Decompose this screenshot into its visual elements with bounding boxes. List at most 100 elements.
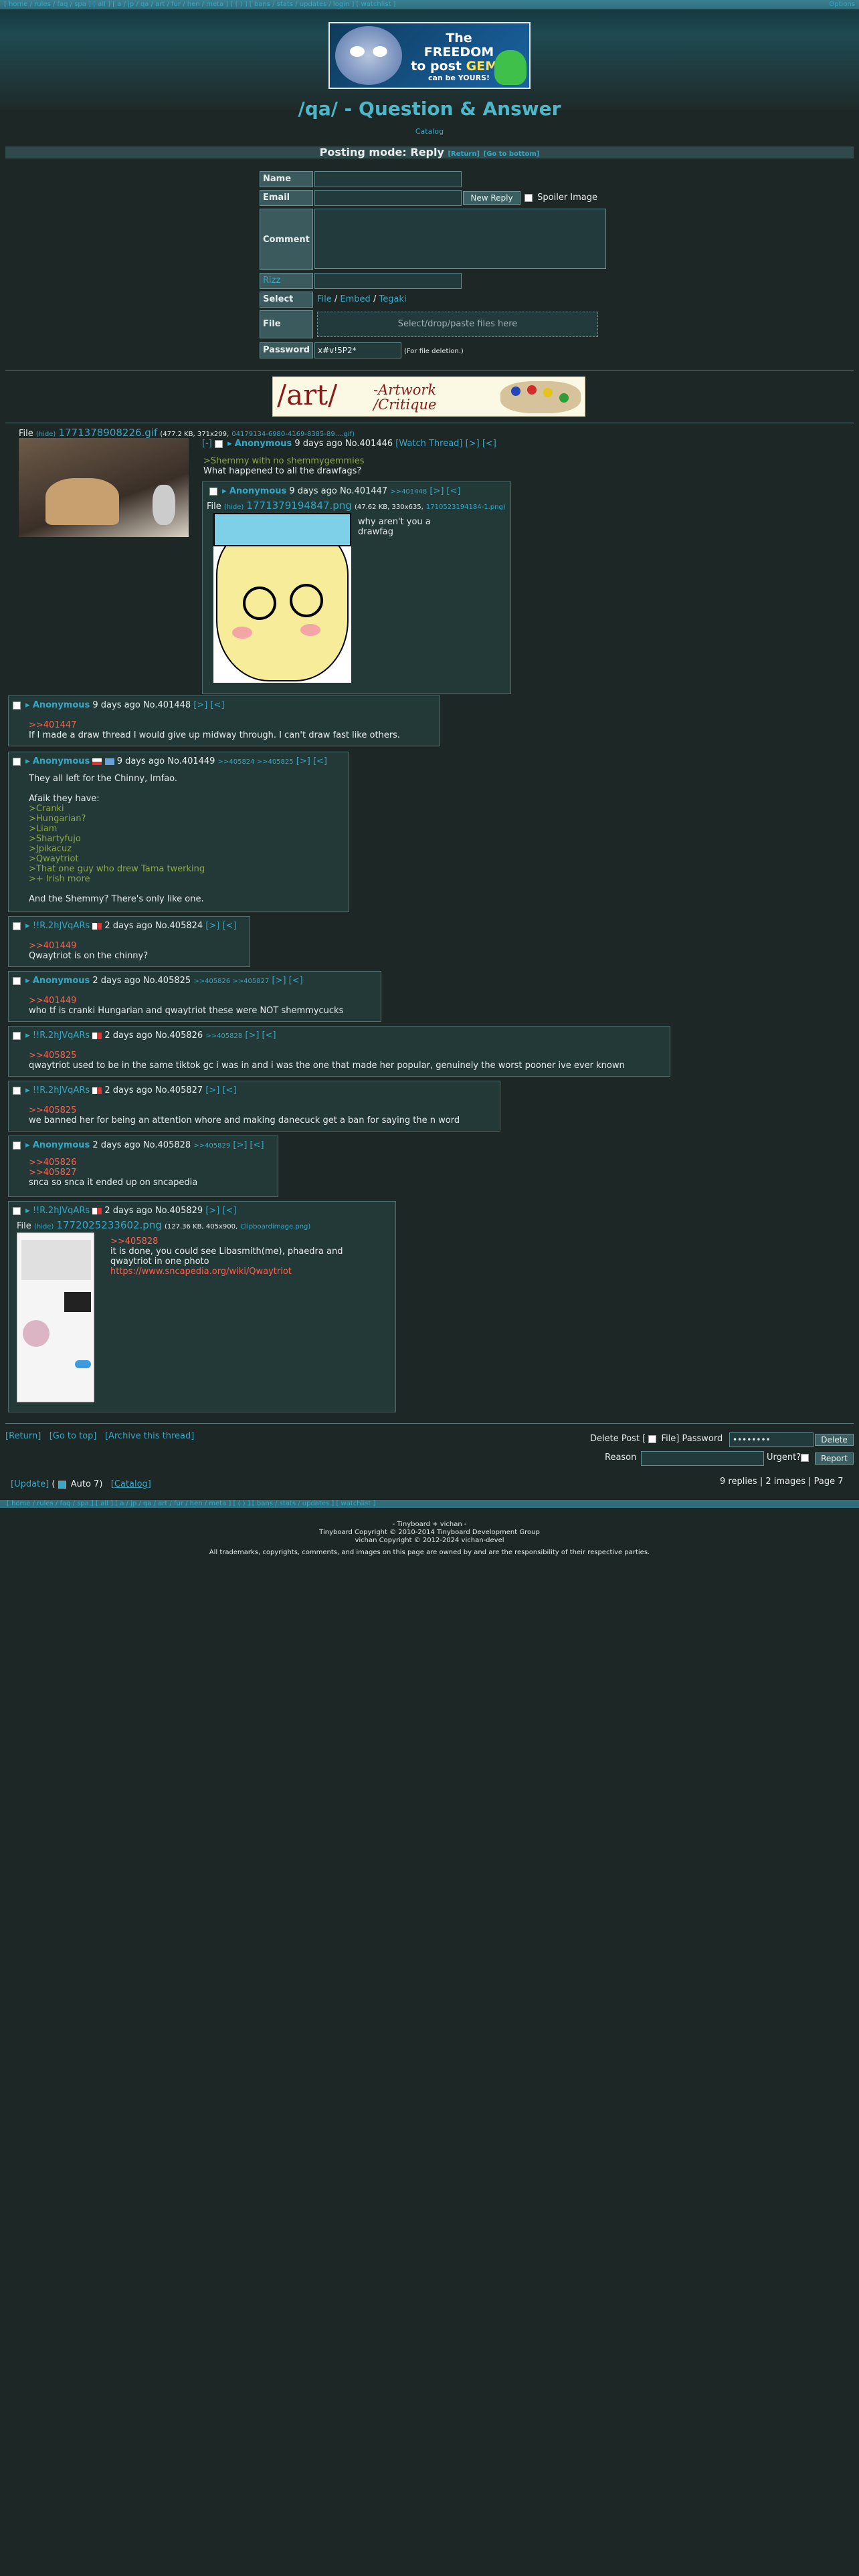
copyright-line: vichan Copyright © 2012-2024 vichan-deve… [355,1537,504,1544]
flag-icon [92,1207,102,1214]
options-link[interactable]: Options [829,0,855,9]
name-input[interactable] [314,171,462,187]
password-label: Password [260,342,313,358]
reply-405826: ▸ !!R.2hJVqARs 2 days ago No.405826 >>40… [8,1026,670,1077]
report-button[interactable]: Report [815,1453,854,1465]
reply-screenshot-thumbnail[interactable] [17,1232,94,1402]
reply-select-checkbox[interactable] [13,1031,21,1040]
op-header: [-] ▸ Anonymous 9 days ago No.401446 [Wa… [202,439,496,449]
comment-textarea[interactable] [314,209,606,269]
reason-input[interactable] [641,1451,764,1466]
flag-icon [104,758,114,765]
catalog-link-bottom[interactable]: [Catalog] [111,1479,151,1489]
board-title: /qa/ - Question & Answer [298,98,561,120]
comment-label: Comment [260,209,313,270]
divider [5,1423,854,1424]
flag-icon [92,1087,102,1094]
delete-button[interactable]: Delete [815,1434,854,1446]
ad-caption: -Artwork/Critique [373,382,437,413]
select-tegaki-link[interactable]: Tegaki [379,294,406,304]
top-nav[interactable]: [ home / rules / faq / spa ] [ all ] [ a… [0,0,859,9]
mascot-face-icon [335,26,402,85]
op-file-info: File (hide) 1771378908226.gif (477.2 KB,… [19,427,355,439]
reason-label: Reason [605,1453,637,1463]
watch-thread-link[interactable]: [Watch Thread] [395,439,462,449]
select-label: Select [260,292,313,308]
op-poster-name: Anonymous [234,439,292,449]
reply-select-checkbox[interactable] [13,976,21,985]
reply-select-checkbox[interactable] [13,1206,21,1215]
reply-405827: ▸ !!R.2hJVqARs 2 days ago No.405827 [>] … [8,1081,500,1132]
palette-icon [500,381,581,413]
op-select-checkbox[interactable] [214,439,223,448]
flag-icon [92,922,102,930]
reply-405828: ▸ Anonymous 2 days ago No.405828 >>40582… [8,1136,278,1197]
bottom-nav[interactable]: [ home / rules / faq / spa ] [ all ] [ a… [0,1500,859,1508]
copyright-line: - Tinyboard + vichan - [392,1521,467,1528]
update-link[interactable]: [Update] [11,1479,49,1489]
spoiler-option[interactable]: Spoiler Image [524,193,597,203]
op-hide-link[interactable]: (hide) [36,431,56,438]
reply-405824: ▸ !!R.2hJVqARs 2 days ago No.405824 [>] … [8,916,250,967]
reply-body: They all left for the Chinny, lmfao. Afa… [29,774,205,904]
flag-icon [92,758,102,765]
backlinks[interactable]: >>401448 [390,488,427,496]
reply-select-checkbox[interactable] [13,1086,21,1095]
return-link[interactable]: [Return] [448,150,480,158]
op-collapse-button[interactable]: [-] [202,439,212,449]
top-nav-links[interactable]: [ home / rules / faq / spa ] [ all ] [ a… [4,1,395,8]
op-nav-arrows[interactable]: [>] [<] [466,439,496,449]
name-label: Name [260,171,313,187]
rizz-input[interactable] [314,273,462,289]
copyright-disclaimer: All trademarks, copyrights, comments, an… [209,1549,650,1556]
go-top-link[interactable]: [Go to top] [50,1431,97,1441]
select-file-link[interactable]: File [317,294,332,304]
delete-password-input[interactable]: •••••••• [729,1432,814,1447]
reply-select-checkbox[interactable] [13,1141,21,1150]
reply-select-checkbox[interactable] [13,701,21,710]
delete-file-checkbox[interactable] [648,1434,657,1443]
select-options: File / Embed / Tegaki [317,294,407,304]
rizz-label: Rizz [260,273,313,289]
post-number[interactable]: No.401447 [340,486,387,496]
thread-stats: 9 replies | 2 images | Page 7 [720,1477,844,1487]
reply-401448: ▸ Anonymous 9 days ago No.401448 [>] [<]… [8,695,440,746]
art-board-ad[interactable]: /art/ -Artwork/Critique [272,377,585,417]
reply-select-checkbox[interactable] [209,487,217,496]
delete-controls: Delete Post [ File] Password [590,1434,723,1444]
reply-405829: ▸ !!R.2hJVqARs 2 days ago No.405829 [>] … [8,1201,396,1412]
alien-icon [494,50,527,85]
email-input[interactable] [314,190,462,206]
return-link[interactable]: [Return] [5,1431,41,1441]
spoiler-checkbox[interactable] [524,193,533,202]
password-note: (For file deletion.) [404,348,464,355]
reply-select-checkbox[interactable] [13,922,21,930]
reply-401447: ▸ Anonymous 9 days ago No.401447 >>40144… [202,481,511,694]
urgent-option: Urgent? [767,1453,811,1463]
spoiler-label: Spoiler Image [537,193,598,203]
update-controls: [Update] ( Auto 7) [Catalog] [11,1479,151,1489]
wiki-link[interactable]: https://www.sncapedia.org/wiki/Qwaytriot [110,1267,343,1277]
password-input[interactable]: x#v!5P2* [314,342,401,358]
urgent-checkbox[interactable] [801,1453,809,1462]
select-embed-link[interactable]: Embed [340,294,370,304]
file-label: File [260,310,313,338]
go-bottom-link[interactable]: [Go to bottom] [484,150,540,158]
copyright-line: Tinyboard Copyright © 2010-2014 Tinyboar… [319,1529,540,1536]
reply-select-checkbox[interactable] [13,757,21,766]
file-dropzone[interactable]: Select/drop/paste files here [317,312,598,337]
flag-icon [92,1032,102,1039]
reply-401449: ▸ Anonymous 9 days ago No.401449 >>40582… [8,752,349,912]
auto-update-checkbox[interactable] [58,1480,66,1489]
ad-title: /art/ [277,379,338,411]
reply-405825: ▸ Anonymous 2 days ago No.405825 >>40582… [8,971,381,1022]
catalog-link[interactable]: Catalog [0,127,859,136]
op-thumbnail[interactable] [19,438,189,537]
archive-thread-link[interactable]: [Archive this thread] [105,1431,194,1441]
op-post-number[interactable]: No.401446 [345,439,393,449]
op-filename-link[interactable]: 1771378908226.gif [58,427,157,439]
posting-mode-bar: Posting mode: Reply [Return] [Go to bott… [5,146,854,158]
reply-thumbnail[interactable] [213,513,351,683]
new-reply-button[interactable]: New Reply [463,191,520,205]
banner-image[interactable]: The FREEDOM to post GEMS can be YOURS! [328,22,531,89]
